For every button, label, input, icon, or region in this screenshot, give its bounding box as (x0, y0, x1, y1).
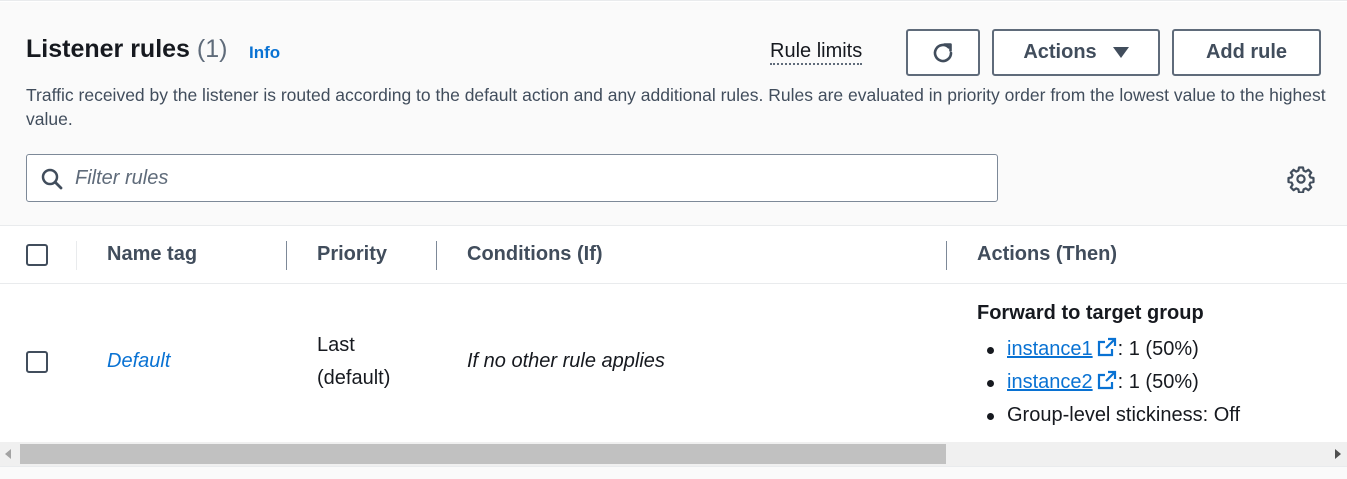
target-group-link-instance2[interactable]: instance2 (1007, 370, 1118, 393)
caret-down-icon (1112, 47, 1129, 58)
row-select-checkbox[interactable] (26, 351, 48, 373)
page-title: Listener rules (1) (26, 35, 227, 64)
listener-rules-panel: Listener rules (1) Info Rule limits Acti… (0, 0, 1347, 479)
column-header-actions[interactable]: Actions (Then) (977, 243, 1117, 266)
target-weight: : 1 (50%) (1117, 338, 1199, 360)
filter-input[interactable] (75, 163, 975, 193)
column-resizer[interactable] (946, 241, 947, 270)
scrollbar-thumb[interactable] (20, 444, 946, 464)
actions-cell: Forward to target group instance1 : 1 (50… (977, 300, 1337, 432)
horizontal-scrollbar[interactable] (0, 442, 1347, 466)
table-row: Default Last (default) If no other rule … (0, 284, 1347, 442)
rule-name-link[interactable]: Default (107, 350, 170, 373)
column-resizer[interactable] (436, 241, 437, 270)
target-group-name: instance1 (1007, 338, 1093, 360)
add-rule-button[interactable]: Add rule (1172, 29, 1321, 76)
actions-dropdown-button[interactable]: Actions (992, 29, 1160, 76)
action-title: Forward to target group (977, 302, 1204, 324)
rule-limits-link[interactable]: Rule limits (770, 40, 863, 65)
action-list: instance1 : 1 (50%) instance2 : 1 (50%) Gr… (977, 333, 1337, 432)
target-group-name: instance2 (1007, 371, 1093, 393)
column-header-name-tag[interactable]: Name tag (107, 243, 197, 266)
external-link-icon (1097, 370, 1116, 390)
condition-cell: If no other rule applies (467, 350, 665, 372)
priority-line-1: Last (317, 334, 355, 356)
search-icon (41, 168, 63, 190)
target-group-link-instance1[interactable]: instance1 (1007, 337, 1118, 360)
gear-icon[interactable] (1287, 165, 1315, 193)
refresh-icon (933, 42, 953, 62)
column-header-priority[interactable]: Priority (317, 243, 387, 266)
external-link-icon (1097, 337, 1116, 357)
list-item: instance1 : 1 (50%) (977, 333, 1337, 366)
scroll-right-icon[interactable] (1335, 449, 1341, 459)
scroll-left-icon[interactable] (5, 449, 11, 459)
filter-box[interactable] (26, 154, 998, 202)
panel-footer (0, 466, 1347, 479)
list-item: Group-level stickiness: Off (977, 399, 1337, 432)
panel-header: Listener rules (1) Info Rule limits Acti… (0, 2, 1347, 225)
stickiness-text: Group-level stickiness: Off (1007, 404, 1241, 426)
refresh-button[interactable] (906, 29, 980, 76)
priority-line-2: (default) (317, 367, 391, 389)
column-header-conditions[interactable]: Conditions (If) (467, 243, 603, 266)
table-header: Name tag Priority Conditions (If) Action… (0, 225, 1347, 284)
actions-label: Actions (1023, 41, 1097, 63)
title-text: Listener rules (26, 35, 190, 63)
select-all-checkbox[interactable] (26, 244, 48, 266)
list-item: instance2 : 1 (50%) (977, 366, 1337, 399)
column-divider (76, 241, 77, 270)
panel-description: Traffic received by the listener is rout… (26, 85, 1326, 129)
priority-cell: Last (default) (317, 329, 390, 395)
target-weight: : 1 (50%) (1117, 371, 1199, 393)
column-resizer[interactable] (286, 241, 287, 270)
rule-count: (1) (196, 35, 228, 63)
info-link[interactable]: Info (249, 43, 280, 63)
